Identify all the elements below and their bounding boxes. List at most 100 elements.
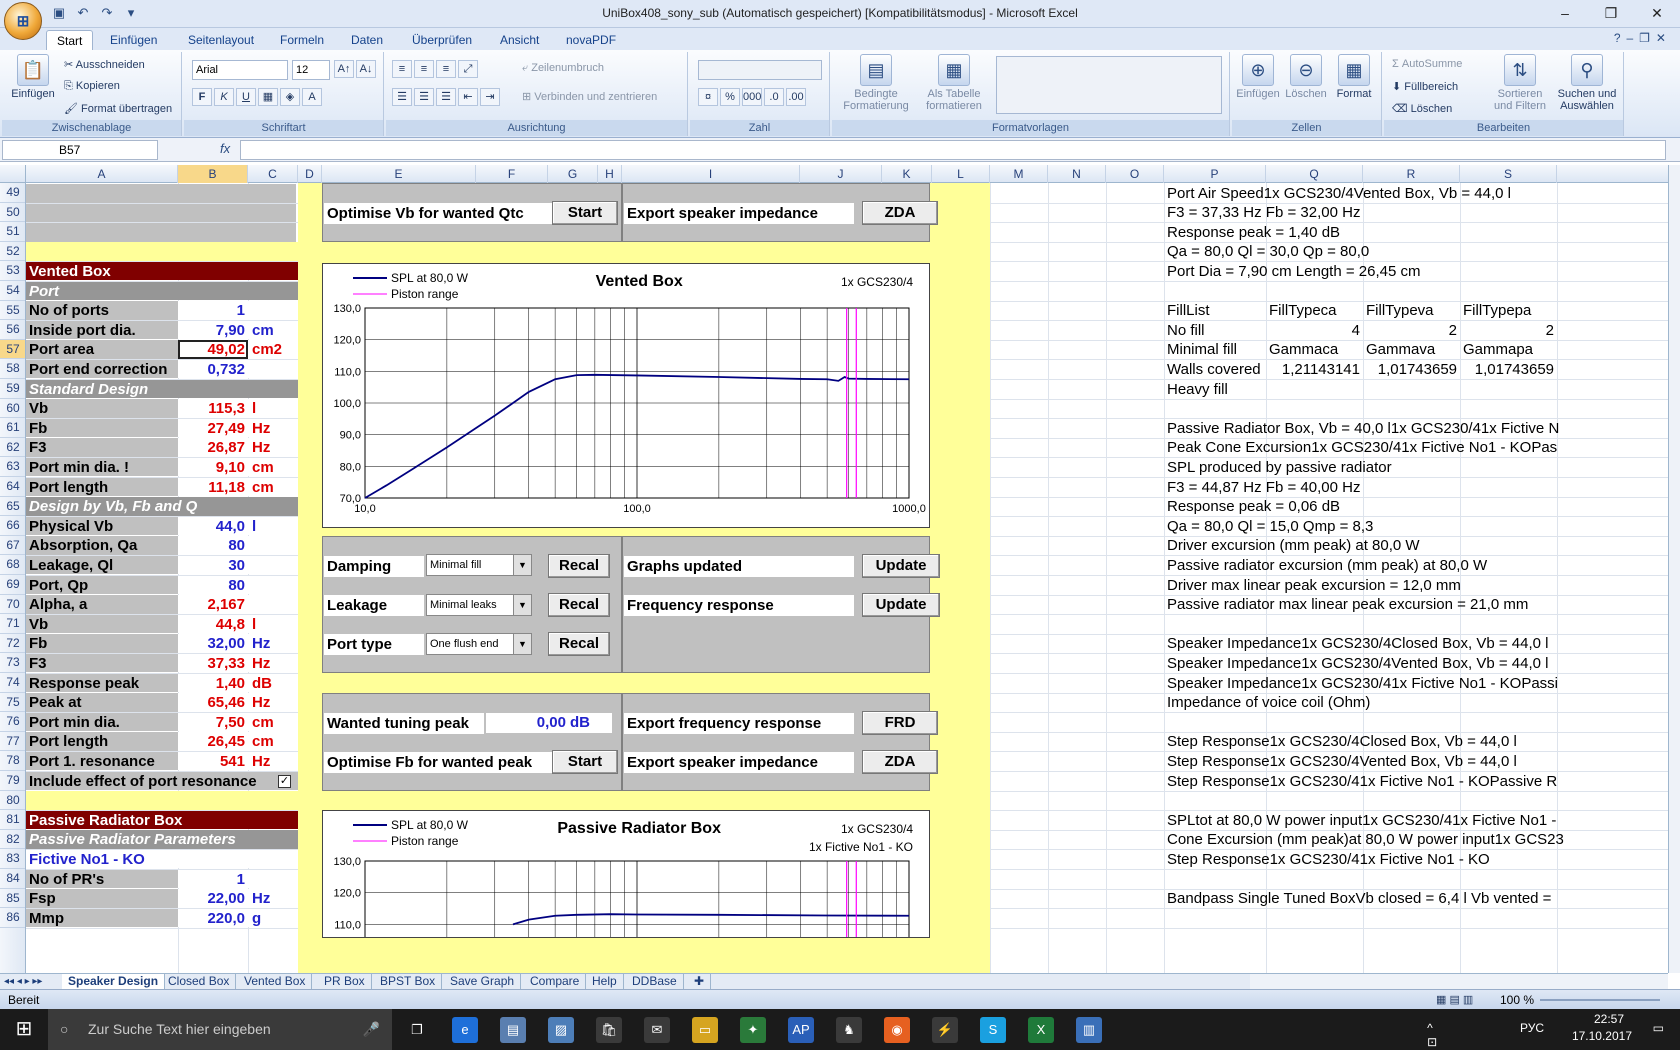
row-header-70[interactable]: 70 <box>0 595 25 615</box>
decimal-decrease-icon[interactable]: .00 <box>786 88 806 106</box>
align-top-icon[interactable]: ≡ <box>392 60 412 78</box>
text-cell[interactable]: Driver max linear peak excursion = 12,0 … <box>1164 576 1668 596</box>
format-as-table-button[interactable]: ▦ Als Tabelle formatieren <box>918 54 990 112</box>
fill-table-cell[interactable]: 2 <box>1460 321 1557 341</box>
param-value[interactable]: 65,46 <box>178 693 248 712</box>
row-header-71[interactable]: 71 <box>0 614 25 634</box>
explorer-icon[interactable]: ▭ <box>692 1017 718 1043</box>
fill-table-cell[interactable]: Gammava <box>1363 340 1460 360</box>
row-header-84[interactable]: 84 <box>0 869 25 889</box>
animal-app-icon[interactable]: ♞ <box>836 1017 862 1043</box>
fill-table-header[interactable]: FillTypepa <box>1460 301 1557 321</box>
column-header-k[interactable]: K <box>882 165 932 183</box>
chevron-down-icon[interactable]: ▼ <box>513 555 531 576</box>
number-format-select[interactable] <box>698 60 822 80</box>
chevron-down-icon[interactable]: ▼ <box>513 633 531 654</box>
fill-table-cell[interactable]: 1,21143141 <box>1266 360 1363 380</box>
sheet-tab-speaker-design[interactable]: Speaker Design <box>62 974 166 989</box>
port-type-recal-button[interactable]: Recal <box>548 632 610 657</box>
fill-table-cell[interactable]: Gammapa <box>1460 340 1557 360</box>
close-button[interactable]: ✕ <box>1634 0 1680 26</box>
row-header-56[interactable]: 56 <box>0 320 25 340</box>
tray-icons[interactable]: ^ ⊡ ◫ 🔊 <box>1427 1021 1442 1050</box>
tab-novapdf[interactable]: novaPDF <box>566 30 616 50</box>
wrap-text-button[interactable]: ⤶ Zeilenumbruch <box>522 62 604 75</box>
office-button[interactable]: ⊞ <box>4 2 42 40</box>
excel-taskbar-icon[interactable]: X <box>1028 1017 1054 1043</box>
column-header-e[interactable]: E <box>322 165 476 183</box>
row-header-62[interactable]: 62 <box>0 438 25 458</box>
column-header-o[interactable]: O <box>1106 165 1164 183</box>
view-buttons[interactable]: ▦ ▤ ▥ <box>1436 990 1473 1010</box>
text-cell[interactable]: Cone Excursion (mm peak)at 80,0 W power … <box>1164 830 1668 850</box>
damping-recal-button[interactable]: Recal <box>548 553 610 578</box>
tab-scroll-icons[interactable]: ◂◂ ◂ ▸ ▸▸ <box>4 974 42 989</box>
text-cell[interactable]: Speaker Impedance1x GCS230/41x Fictive N… <box>1164 674 1668 694</box>
text-cell[interactable]: SPLtot at 80,0 W power input1x GCS230/41… <box>1164 811 1668 831</box>
column-header-b[interactable]: B <box>178 165 248 183</box>
text-cell[interactable]: Driver excursion (mm peak) at 80,0 W <box>1164 536 1668 556</box>
fill-table-cell[interactable]: Heavy fill <box>1164 380 1266 400</box>
insert-function-button[interactable]: fx <box>220 141 230 156</box>
row-header-60[interactable]: 60 <box>0 399 25 419</box>
text-cell[interactable]: F3 = 44,87 Hz Fb = 40,00 Hz <box>1164 478 1668 498</box>
row-header-78[interactable]: 78 <box>0 751 25 771</box>
edge-icon[interactable]: e <box>452 1017 478 1043</box>
fill-color-icon[interactable]: ◈ <box>280 88 300 106</box>
param-value[interactable]: 1 <box>178 301 248 320</box>
row-header-65[interactable]: 65 <box>0 497 25 517</box>
text-cell[interactable]: Passive radiator excursion (mm peak) at … <box>1164 556 1668 576</box>
grow-font-icon[interactable]: A↑ <box>334 60 354 78</box>
text-cell[interactable]: Response peak = 0,06 dB <box>1164 497 1668 517</box>
sheet-tab-save-graph[interactable]: Save Graph <box>444 974 522 989</box>
align-left-icon[interactable]: ☰ <box>392 88 412 106</box>
param-value[interactable]: 7,50 <box>178 712 248 732</box>
param-value[interactable]: 26,45 <box>178 732 248 751</box>
text-cell[interactable]: SPL produced by passive radiator <box>1164 458 1668 478</box>
row-header-49[interactable]: 49 <box>0 183 25 203</box>
row-header-51[interactable]: 51 <box>0 222 25 242</box>
horizontal-scrollbar[interactable] <box>1250 973 1668 989</box>
row-header-63[interactable]: 63 <box>0 457 25 477</box>
column-header-a[interactable]: A <box>26 165 178 183</box>
column-header-h[interactable]: H <box>598 165 622 183</box>
sheet-tab-vented-box[interactable]: Vented Box <box>238 974 313 989</box>
store-icon[interactable]: 🛍 <box>596 1017 622 1043</box>
tab-seitenlayout[interactable]: Seitenlayout <box>188 30 254 50</box>
vertical-scrollbar[interactable] <box>1668 165 1680 973</box>
decimal-increase-icon[interactable]: .0 <box>764 88 784 106</box>
row-header-74[interactable]: 74 <box>0 673 25 693</box>
font-size-select[interactable]: 12 <box>292 60 330 80</box>
font-name-select[interactable]: Arial <box>192 60 288 80</box>
text-cell[interactable]: F3 = 37,33 Hz Fb = 32,00 Hz <box>1164 203 1668 223</box>
name-box[interactable]: B57 <box>2 140 158 160</box>
mail-icon[interactable]: ✉ <box>644 1017 670 1043</box>
port-resonance-checkbox[interactable]: ✓ <box>278 774 291 788</box>
row-header-67[interactable]: 67 <box>0 536 25 556</box>
param-value[interactable]: 30 <box>178 555 248 575</box>
cut-button[interactable]: ✂ Ausschneiden <box>64 58 145 71</box>
text-cell[interactable]: Passive Radiator Box, Vb = 40,0 l1x GCS2… <box>1164 419 1668 439</box>
opt-vb-start-button[interactable]: Start <box>552 201 618 226</box>
column-header-n[interactable]: N <box>1048 165 1106 183</box>
column-header-d[interactable]: D <box>298 165 322 183</box>
border-icon[interactable]: ▦ <box>258 88 278 106</box>
fill-table-header[interactable]: FillTypeva <box>1363 301 1460 321</box>
export-imp2-zda-button[interactable]: ZDA <box>862 749 938 774</box>
tab-einfuegen[interactable]: Einfügen <box>110 30 157 50</box>
microphone-icon[interactable]: 🎤 <box>363 1009 380 1050</box>
leakage-recal-button[interactable]: Recal <box>548 593 610 618</box>
fill-table-cell[interactable]: 1,01743659 <box>1363 360 1460 380</box>
param-value[interactable]: 2,167 <box>178 595 248 614</box>
param-value[interactable]: 49,02 <box>178 340 248 359</box>
text-cell[interactable]: Bandpass Single Tuned BoxVb closed = 6,4… <box>1164 889 1668 909</box>
column-header-j[interactable]: J <box>800 165 882 183</box>
row-header-53[interactable]: 53 <box>0 261 25 281</box>
text-cell[interactable]: Speaker Impedance1x GCS230/4Vented Box, … <box>1164 654 1668 674</box>
row-header-57[interactable]: 57 <box>0 339 25 360</box>
tab-daten[interactable]: Daten <box>351 30 383 50</box>
param-value[interactable]: 80 <box>178 575 248 595</box>
fill-table-cell[interactable] <box>1363 380 1460 400</box>
insert-sheet-icon[interactable]: ✚ <box>688 974 712 989</box>
app-green-icon[interactable]: ✦ <box>740 1017 766 1043</box>
